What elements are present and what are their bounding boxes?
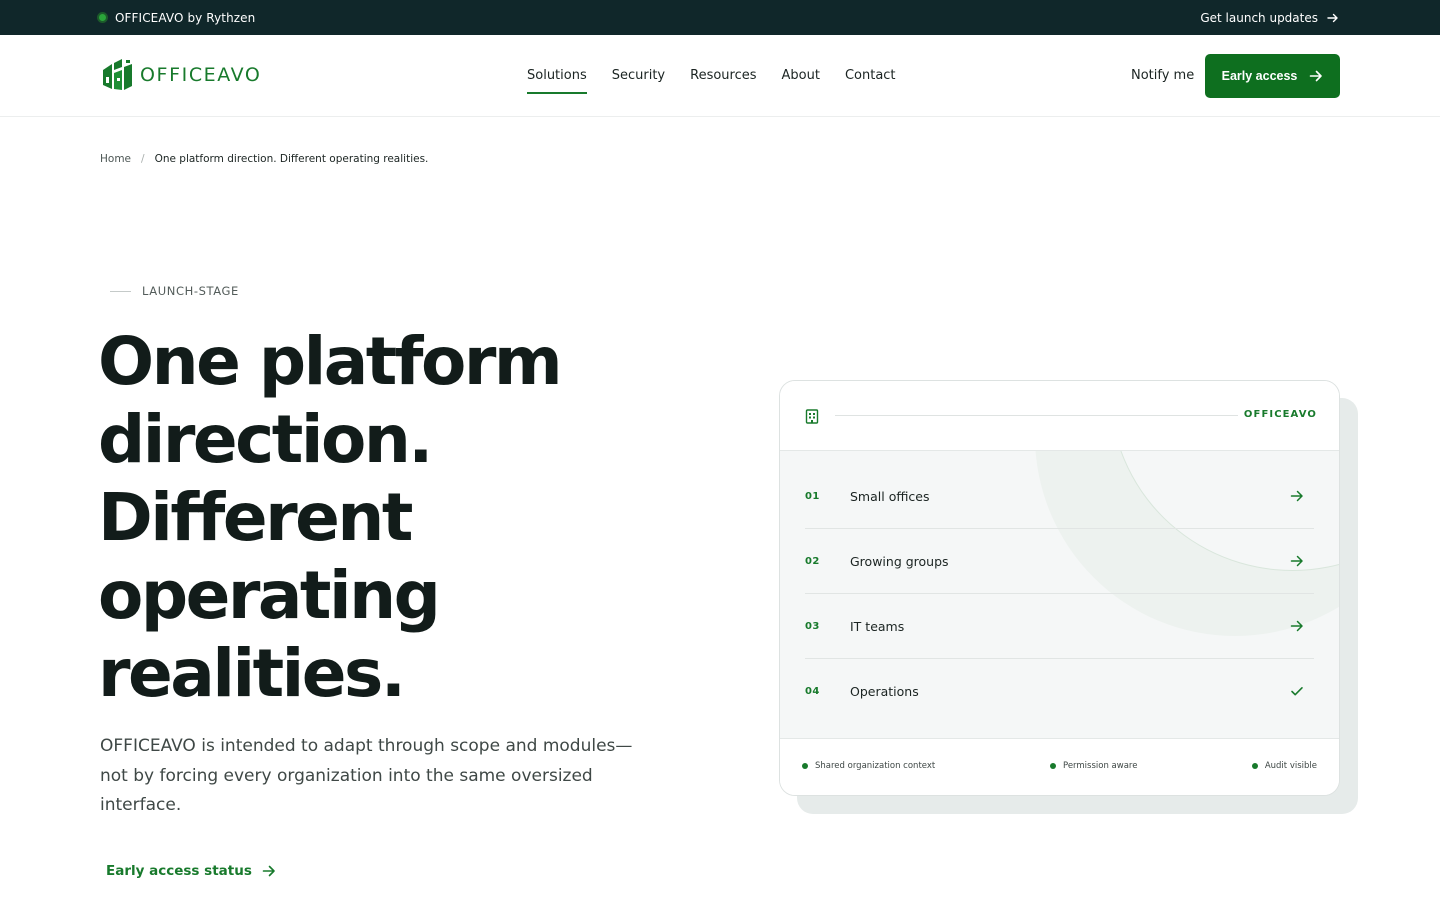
nav-link-about[interactable]: About: [782, 35, 820, 116]
nav-link-contact[interactable]: Contact: [845, 35, 896, 116]
row-number: 03: [805, 620, 820, 632]
hero-eyebrow: LAUNCH-STAGE: [110, 283, 239, 299]
arrow-right-icon: [1290, 620, 1303, 632]
tag-label: Audit visible: [1264, 761, 1317, 771]
early-access-status-link[interactable]: Early access status: [106, 860, 276, 882]
row-label: IT teams: [850, 618, 905, 634]
breadcrumb-separator: /: [141, 153, 145, 165]
arrow-right-icon: [1290, 555, 1303, 567]
arrow-right-icon: [1327, 13, 1338, 22]
tag-label: Permission aware: [1063, 761, 1138, 771]
notify-me-link[interactable]: Notify me: [1131, 35, 1194, 116]
tag-dot-icon: [802, 763, 808, 769]
tag-shared-context: Shared organization context: [802, 761, 935, 771]
check-icon: [1291, 687, 1303, 696]
logo[interactable]: OFFICEAVO: [100, 58, 262, 92]
row-label: Growing groups: [850, 553, 949, 569]
early-access-button[interactable]: Early access: [1205, 54, 1340, 98]
card-body: 01 Small offices 02 Growing groups 03 IT…: [780, 451, 1339, 738]
tag-dot-icon: [1251, 763, 1258, 769]
tag-dot-icon: [1050, 763, 1056, 769]
arrow-right-icon: [1310, 70, 1323, 82]
announcement-bar: OFFICEAVO by Rythzen Get launch updates: [0, 0, 1440, 35]
early-access-status-label: Early access status: [106, 863, 252, 879]
eyebrow-divider: [110, 290, 131, 292]
announcement-brand: OFFICEAVO by Rythzen: [97, 0, 255, 35]
audience-row-small-offices[interactable]: 01 Small offices: [805, 464, 1314, 529]
breadcrumb-home[interactable]: Home: [100, 153, 131, 165]
audience-card: OFFICEAVO 01 Small offices 02 Growing gr…: [779, 380, 1340, 796]
arrow-right-icon: [1290, 490, 1303, 502]
card-footer: Shared organization context Permission a…: [780, 738, 1339, 795]
audience-row-it-teams[interactable]: 03 IT teams: [805, 594, 1314, 659]
hero-subtitle: OFFICEAVO is intended to adapt through s…: [100, 736, 633, 815]
early-access-label: Early access: [1221, 69, 1298, 83]
row-number: 02: [805, 555, 820, 567]
tag-permission-aware: Permission aware: [1050, 761, 1137, 771]
main-nav: OFFICEAVO Solutions Security Resources A…: [0, 35, 1440, 117]
eyebrow-text: LAUNCH-STAGE: [142, 284, 239, 298]
arrow-right-icon: [262, 865, 275, 877]
tag-label: Shared organization context: [815, 761, 936, 771]
row-label: Operations: [850, 684, 919, 699]
officeavo-logo-icon: [103, 59, 132, 90]
nav-link-solutions[interactable]: Solutions: [527, 35, 587, 116]
hero-title: One platform direction. Different operat…: [98, 323, 563, 712]
breadcrumb-current: One platform direction. Different operat…: [154, 153, 429, 165]
breadcrumb: Home / One platform direction. Different…: [100, 151, 428, 167]
nav-links: Solutions Security Resources About Conta…: [527, 35, 921, 116]
announcement-brand-text: OFFICEAVO by Rythzen: [115, 10, 256, 25]
launch-updates-label: Get launch updates: [1200, 10, 1318, 25]
row-number: 01: [805, 490, 820, 502]
tag-audit-visible: Audit visible: [1251, 761, 1317, 771]
building-icon: [805, 409, 819, 424]
row-label: Small offices: [850, 488, 930, 504]
audience-row-operations[interactable]: 04 Operations: [805, 659, 1314, 724]
card-header-divider: [835, 415, 1238, 416]
card-brand: OFFICEAVO: [1243, 409, 1317, 420]
logo-wordmark: OFFICEAVO: [140, 64, 262, 86]
nav-link-security[interactable]: Security: [612, 35, 665, 116]
status-dot-icon: [97, 12, 108, 23]
card-header: OFFICEAVO: [780, 381, 1339, 451]
audience-row-growing-groups[interactable]: 02 Growing groups: [805, 529, 1314, 594]
nav-link-resources[interactable]: Resources: [690, 35, 756, 116]
launch-updates-link[interactable]: Get launch updates: [1200, 0, 1339, 35]
row-number: 04: [805, 686, 820, 697]
audience-list: 01 Small offices 02 Growing groups 03 IT…: [805, 464, 1314, 724]
